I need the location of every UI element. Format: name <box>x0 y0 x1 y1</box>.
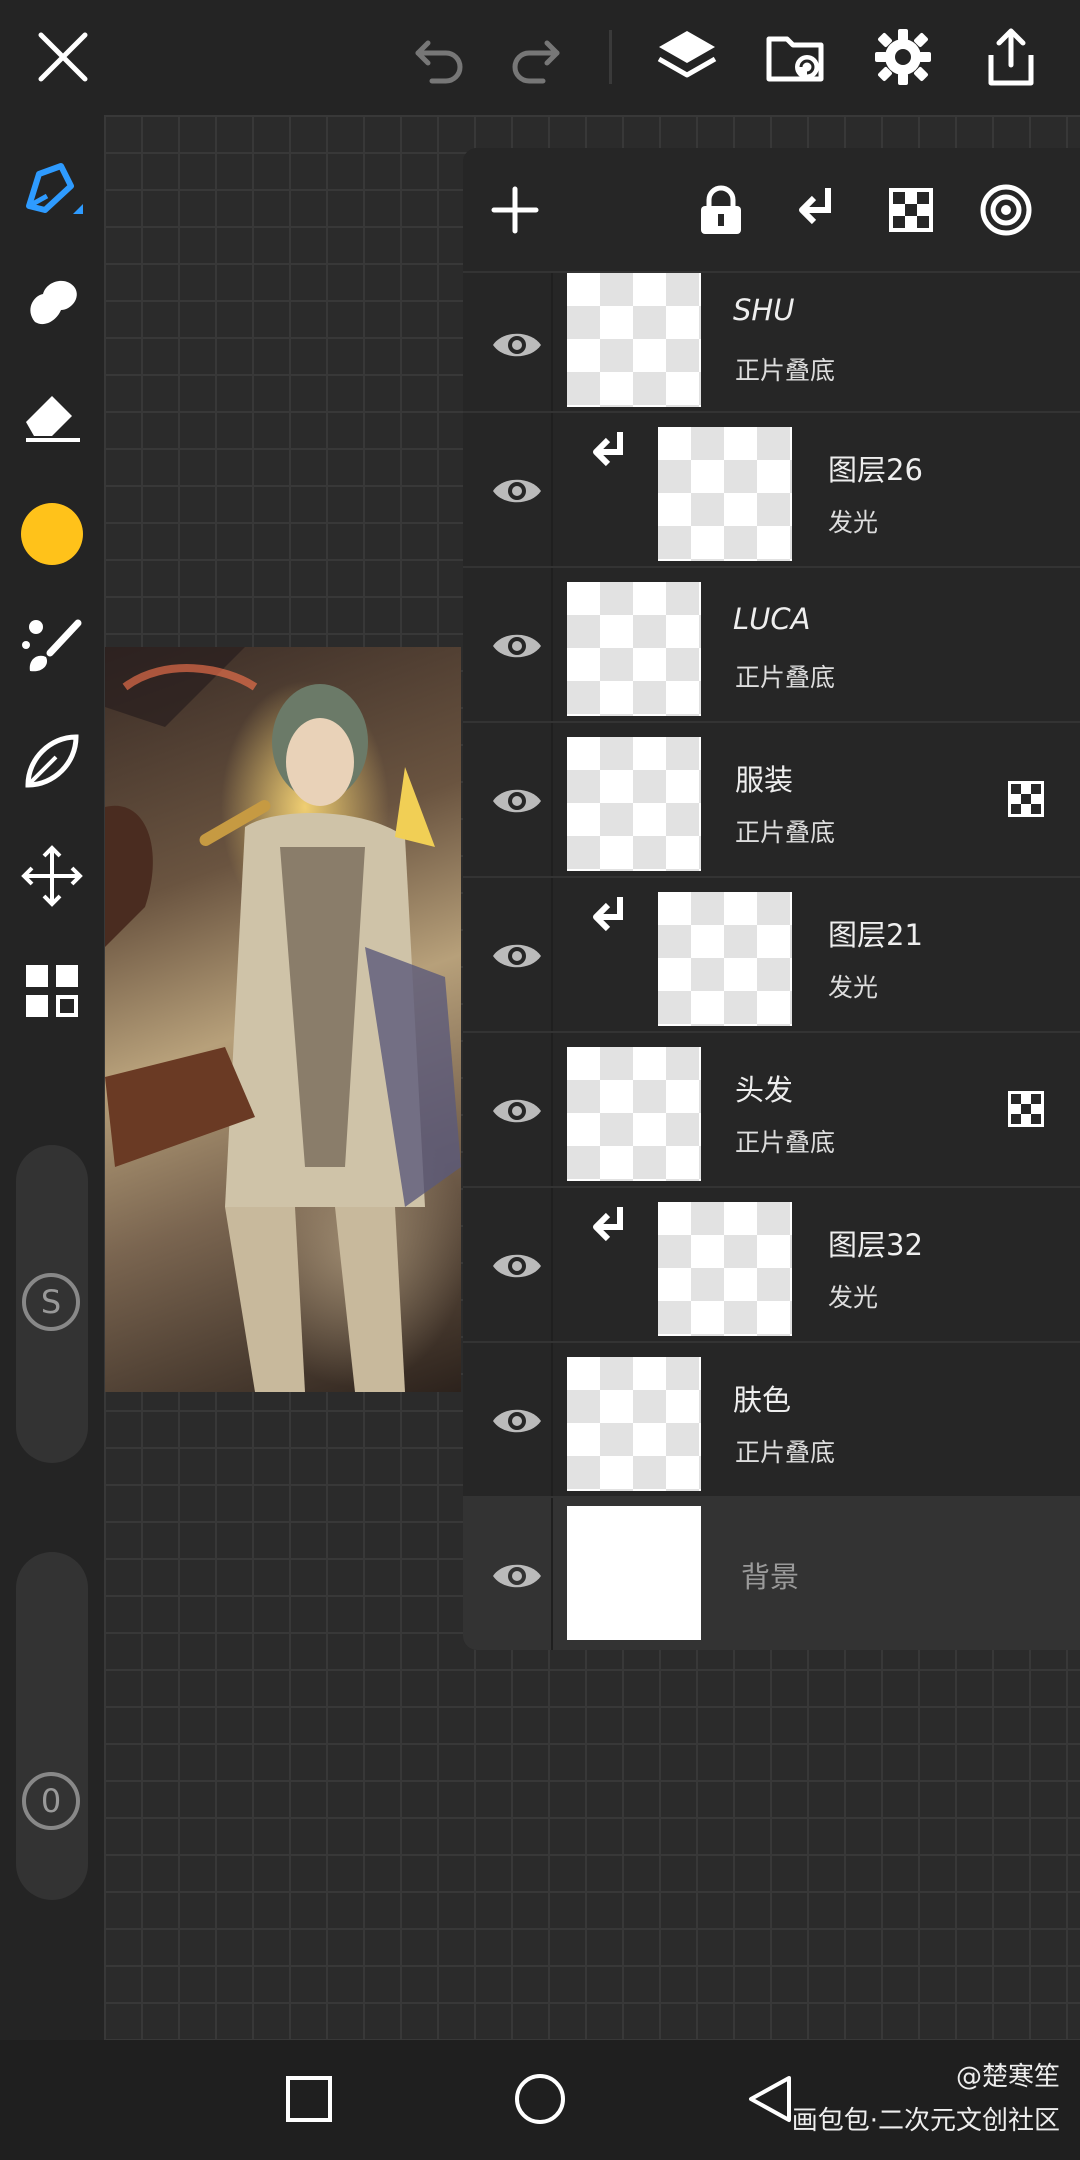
blend-icon[interactable] <box>970 174 1042 246</box>
layer-thumbnail <box>658 892 792 1026</box>
watermark-author: @楚寒笙 <box>955 2062 1060 2092</box>
layer-row-26[interactable]: 图层26 发光 <box>463 411 1080 568</box>
layer-thumbnail <box>567 273 701 407</box>
visibility-eye-icon[interactable] <box>481 1075 553 1147</box>
layers-icon[interactable] <box>652 22 722 92</box>
visibility-eye-icon[interactable] <box>481 1540 553 1612</box>
layer-blend-mode: 发光 <box>828 1283 879 1312</box>
layer-name: SHU <box>733 293 795 327</box>
opacity-slider-knob[interactable]: 0 <box>22 1772 80 1830</box>
layer-row-background[interactable]: 背景 <box>463 1496 1080 1650</box>
layer-row-32[interactable]: 图层32 发光 <box>463 1186 1080 1343</box>
brush-size-slider[interactable]: S <box>16 1145 88 1463</box>
layers-panel: SHU 正片叠底 图层26 发光 LUCA 正片叠底 服装 正片叠底 图层21 … <box>463 148 1080 1650</box>
redo-icon[interactable] <box>500 22 570 92</box>
layer-name: 图层32 <box>828 1228 923 1262</box>
layer-name: LUCA <box>733 602 811 636</box>
layer-row-clothing[interactable]: 服装 正片叠底 <box>463 721 1080 878</box>
system-navigation-bar: @楚寒笙 画包包·二次元文创社区 <box>0 2040 1080 2160</box>
close-icon[interactable] <box>28 22 98 92</box>
layer-row-21[interactable]: 图层21 发光 <box>463 876 1080 1033</box>
visibility-eye-icon[interactable] <box>481 309 553 381</box>
alpha-lock-badge-icon[interactable] <box>1006 1089 1050 1133</box>
clipping-arrow-icon <box>583 890 637 944</box>
layer-blend-mode: 发光 <box>828 508 879 537</box>
layer-thumbnail <box>567 1506 701 1640</box>
color-swatch[interactable] <box>16 498 88 570</box>
layer-name: 肤色 <box>733 1383 792 1417</box>
opacity-slider[interactable]: 0 <box>16 1552 88 1900</box>
alpha-lock-badge-icon[interactable] <box>1006 779 1050 823</box>
visibility-eye-icon[interactable] <box>481 1230 553 1302</box>
filter-brush-icon[interactable] <box>16 611 88 683</box>
size-slider-knob[interactable]: S <box>22 1273 80 1331</box>
lock-icon[interactable] <box>685 174 757 246</box>
home-circle-icon[interactable] <box>505 2064 575 2134</box>
visibility-eye-icon[interactable] <box>481 610 553 682</box>
visibility-eye-icon[interactable] <box>481 920 553 992</box>
layer-thumbnail <box>567 1357 701 1491</box>
lasso-icon[interactable] <box>16 725 88 797</box>
import-icon[interactable] <box>760 22 830 92</box>
layer-blend-mode: 正片叠底 <box>735 1128 836 1157</box>
transform-icon[interactable] <box>16 840 88 912</box>
visibility-eye-icon[interactable] <box>481 455 553 527</box>
layer-row-luca[interactable]: LUCA 正片叠底 <box>463 566 1080 723</box>
layer-thumbnail <box>567 582 701 716</box>
layer-blend-mode: 正片叠底 <box>735 663 836 692</box>
size-slider-label: S <box>40 1283 62 1321</box>
layer-name: 图层26 <box>828 453 923 487</box>
artwork-canvas[interactable] <box>105 647 461 1392</box>
layer-row-skin[interactable]: 肤色 正片叠底 <box>463 1341 1080 1498</box>
opacity-slider-label: 0 <box>40 1782 62 1820</box>
top-toolbar <box>0 0 1080 115</box>
layer-name: 背景 <box>741 1560 800 1594</box>
share-icon[interactable] <box>976 22 1046 92</box>
layer-name: 服装 <box>735 763 794 797</box>
layers-panel-toolbar <box>463 148 1080 271</box>
artwork-illustration <box>105 647 461 1392</box>
smudge-icon[interactable] <box>16 265 88 337</box>
eraser-icon[interactable] <box>16 378 88 450</box>
visibility-eye-icon[interactable] <box>481 1385 553 1457</box>
undo-icon[interactable] <box>405 22 475 92</box>
clip-icon[interactable] <box>780 174 852 246</box>
brush-icon[interactable] <box>16 153 88 225</box>
add-layer-icon[interactable] <box>479 174 551 246</box>
layer-blend-mode: 正片叠底 <box>735 356 836 385</box>
layer-thumbnail <box>567 1047 701 1181</box>
visibility-eye-icon[interactable] <box>481 765 553 837</box>
alpha-lock-icon[interactable] <box>875 174 947 246</box>
recents-square-icon[interactable] <box>274 2064 344 2134</box>
layer-blend-mode: 正片叠底 <box>735 1438 836 1467</box>
layer-row-hair[interactable]: 头发 正片叠底 <box>463 1031 1080 1188</box>
layer-blend-mode: 正片叠底 <box>735 818 836 847</box>
layer-blend-mode: 发光 <box>828 973 879 1002</box>
watermark-site: 画包包·二次元文创社区 <box>791 2106 1060 2136</box>
layer-thumbnail <box>658 427 792 561</box>
layer-name: 头发 <box>735 1073 794 1107</box>
grid-icon[interactable] <box>16 955 88 1027</box>
layer-thumbnail <box>567 737 701 871</box>
settings-icon[interactable] <box>868 22 938 92</box>
tool-sidebar: S 0 <box>0 115 104 2040</box>
layer-name: 图层21 <box>828 918 923 952</box>
clipping-arrow-icon <box>583 425 637 479</box>
toolbar-divider <box>609 30 612 84</box>
clipping-arrow-icon <box>583 1200 637 1254</box>
layer-row-shu[interactable]: SHU 正片叠底 <box>463 271 1080 413</box>
layer-thumbnail <box>658 1202 792 1336</box>
